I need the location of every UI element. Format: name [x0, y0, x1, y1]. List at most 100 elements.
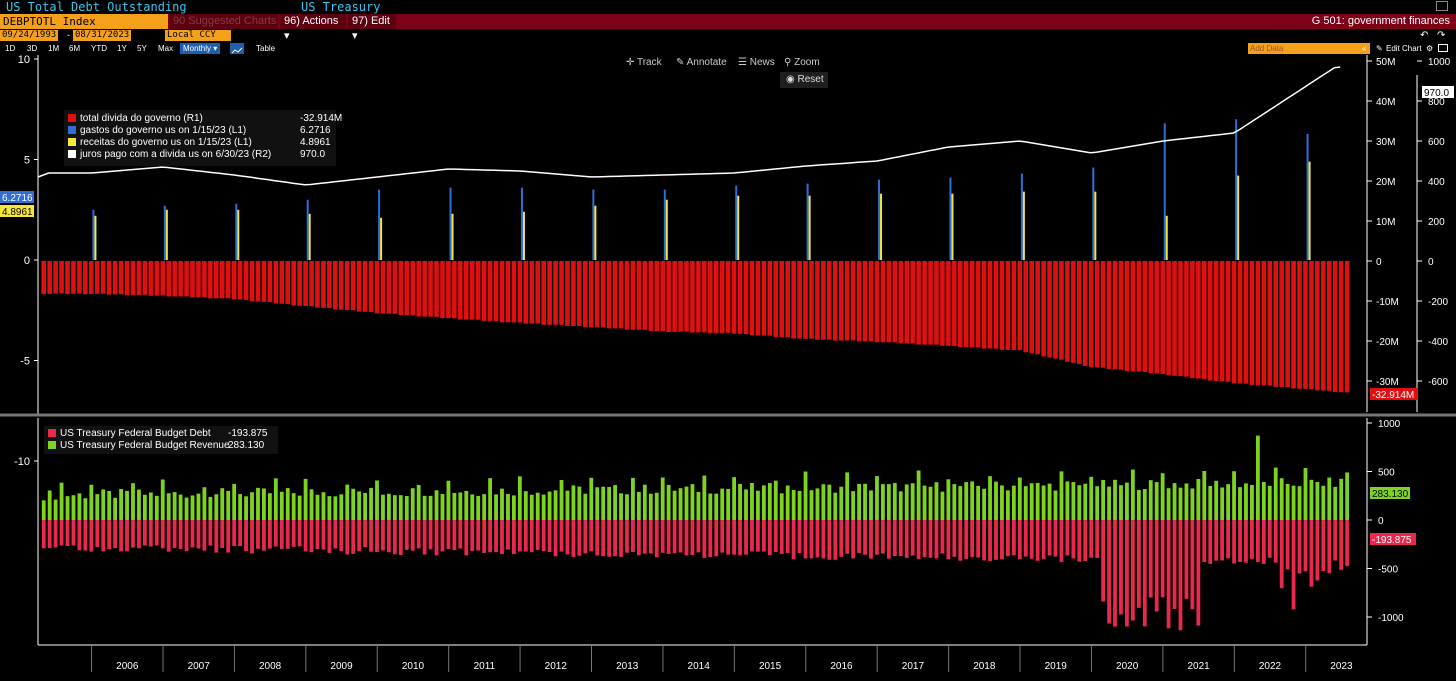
budget-debt-bar: [1303, 520, 1308, 572]
budget-debt-bar: [934, 520, 939, 559]
budget-revenue-bar: [1059, 471, 1064, 520]
budget-debt-bar: [375, 520, 379, 553]
window-popout-icon[interactable]: [1436, 1, 1448, 11]
debt-bar: [547, 261, 552, 325]
year-label: 2020: [1116, 661, 1139, 672]
revenue-bar: [594, 205, 597, 260]
budget-revenue-bar: [577, 486, 582, 520]
debt-bar: [225, 261, 231, 299]
period-ytd[interactable]: YTD: [91, 43, 107, 54]
revenue-bar: [237, 209, 240, 260]
budget-debt-bar: [756, 520, 760, 552]
year-label: 2021: [1187, 661, 1210, 672]
debt-bar: [713, 261, 719, 334]
debt-bar: [285, 261, 291, 305]
debt-bar: [291, 261, 296, 306]
spending-bar: [878, 179, 881, 260]
redo-icon[interactable]: ↷: [1437, 30, 1445, 41]
budget-revenue-bar: [107, 490, 112, 520]
budget-debt-bar: [660, 520, 665, 553]
fullscreen-icon[interactable]: [1438, 44, 1448, 52]
debt-bar: [356, 261, 362, 312]
actions-menu[interactable]: 96) Actions ▾: [280, 14, 346, 42]
budget-revenue-bar: [785, 485, 790, 520]
budget-revenue-bar: [559, 479, 564, 520]
undo-icon[interactable]: ↶: [1420, 30, 1428, 41]
debt-bar: [428, 261, 433, 317]
budget-revenue-bar: [952, 484, 957, 520]
edit-menu[interactable]: 97) Edit ▾: [348, 14, 396, 42]
debt-bar: [690, 261, 695, 333]
budget-revenue-bar: [1208, 486, 1213, 520]
revenue-bar: [94, 215, 97, 260]
budget-revenue-bar: [1202, 471, 1207, 520]
collapse-icon[interactable]: «: [1362, 43, 1366, 54]
line-chart-icon[interactable]: [230, 43, 244, 54]
debt-bar: [327, 261, 332, 309]
frequency-select[interactable]: Monthly ▾: [180, 43, 221, 54]
debt-bar: [517, 261, 523, 323]
budget-debt-bar: [577, 520, 582, 556]
period-6m[interactable]: 6M: [69, 43, 80, 54]
debt-bar: [999, 261, 1005, 350]
budget-revenue-bar: [964, 482, 969, 520]
add-data-field[interactable]: Add Data: [1248, 43, 1370, 54]
budget-debt-bar: [982, 520, 986, 561]
debt-bar: [987, 261, 993, 349]
debt-bar: [1321, 261, 1326, 391]
budget-revenue-bar: [720, 488, 725, 520]
chart-settings-icon[interactable]: ⚙: [1426, 43, 1433, 54]
bottom-legend: US Treasury Federal Budget Debt -193.875 …: [44, 426, 278, 454]
right1-tick-label: -30M: [1376, 377, 1399, 388]
period-1y[interactable]: 1Y: [117, 43, 127, 54]
period-3d[interactable]: 3D: [27, 43, 37, 54]
debt-bar: [541, 261, 546, 325]
budget-debt-bar: [1238, 520, 1242, 562]
budget-revenue-bar: [172, 492, 177, 520]
debt-bar: [410, 261, 416, 316]
start-date-field[interactable]: 09/24/1993: [0, 30, 59, 41]
budget-debt-bar: [517, 520, 522, 552]
debt-bar: [827, 261, 832, 340]
right2-tick-label: -200: [1428, 297, 1448, 308]
debt-bar: [1035, 261, 1040, 355]
budget-debt-bar: [1005, 520, 1010, 557]
budget-revenue-bar: [1095, 486, 1100, 520]
debt-bar: [1225, 261, 1231, 382]
table-button[interactable]: Table: [256, 43, 275, 54]
year-label: 2012: [545, 661, 568, 672]
budget-debt-bar: [744, 520, 748, 555]
currency-select[interactable]: Local CCY: [165, 30, 231, 41]
period-1d[interactable]: 1D: [5, 43, 15, 54]
ticker-field[interactable]: DEBPTOTL Index: [0, 14, 168, 29]
debt-bar: [446, 261, 451, 319]
budget-debt-bar: [369, 520, 373, 552]
debt-bar: [1332, 261, 1338, 393]
budget-revenue-bar: [636, 491, 641, 520]
legend-label: total divida do governo (R1): [80, 113, 203, 124]
debt-bar: [463, 261, 469, 320]
year-label: 2017: [902, 661, 925, 672]
suggested-charts-button[interactable]: 90 Suggested Charts: [170, 14, 278, 29]
debt-bar: [1029, 261, 1035, 354]
budget-revenue-bar: [226, 490, 231, 520]
edit-chart-icon[interactable]: ✎: [1376, 43, 1383, 54]
end-date-field[interactable]: 08/31/2023: [73, 30, 132, 41]
edit-chart-button[interactable]: Edit Chart: [1386, 43, 1422, 54]
period-max[interactable]: Max: [158, 43, 173, 54]
debt-bar: [505, 261, 511, 323]
budget-debt-bar: [857, 520, 862, 554]
budget-revenue-bar: [791, 489, 796, 520]
budget-debt-bar: [1172, 520, 1177, 609]
budget-debt-bar: [1184, 520, 1189, 599]
budget-revenue-bar: [761, 485, 766, 520]
budget-revenue-bar: [339, 494, 344, 520]
budget-revenue-bar: [660, 477, 665, 520]
budget-debt-bar: [404, 520, 409, 550]
debt-bar: [100, 261, 106, 294]
budget-revenue-bar: [934, 482, 939, 520]
debt-bar: [648, 261, 654, 331]
budget-revenue-bar: [387, 493, 391, 520]
period-1m[interactable]: 1M: [48, 43, 59, 54]
period-5y[interactable]: 5Y: [137, 43, 147, 54]
